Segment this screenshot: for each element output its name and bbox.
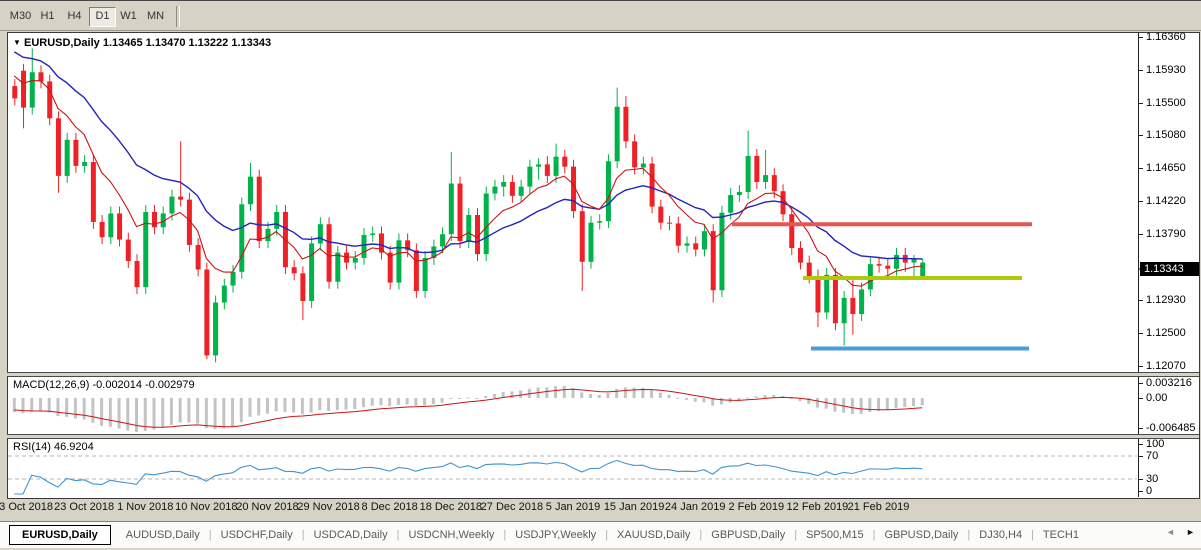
date-axis[interactable] bbox=[8, 498, 1138, 519]
chart-tab-tech1[interactable]: TECH1 bbox=[1034, 525, 1088, 545]
chart-tab-audusd-daily[interactable]: AUDUSD,Daily bbox=[117, 525, 209, 545]
chart-tab-usdjpy-weekly[interactable]: USDJPY,Weekly bbox=[506, 525, 605, 545]
chart-tab-usdcad-daily[interactable]: USDCAD,Daily bbox=[305, 525, 397, 545]
mt4-window: M30H1H4D1W1MN ▼ EURUSD,Daily 1.13465 1.1… bbox=[0, 0, 1201, 550]
chart-tab-xauusd-daily[interactable]: XAUUSD,Daily bbox=[608, 525, 699, 545]
chart-tab-gbpusd-daily[interactable]: GBPUSD,Daily bbox=[702, 525, 794, 545]
chart-tab-sp500-m15[interactable]: SP500,M15 bbox=[797, 525, 872, 545]
rsi-pane[interactable] bbox=[8, 438, 1138, 495]
tab-scroll-left-icon[interactable]: ◄ bbox=[1166, 527, 1175, 537]
chart-tab-usdcnh-weekly[interactable]: USDCNH,Weekly bbox=[399, 525, 503, 545]
macd-pane[interactable] bbox=[8, 376, 1138, 433]
main-chart-pane[interactable] bbox=[8, 33, 1138, 371]
chart-tab-usdchf-daily[interactable]: USDCHF,Daily bbox=[212, 525, 302, 545]
chart-tab-gbpusd-daily[interactable]: GBPUSD,Daily bbox=[875, 525, 967, 545]
chart-tab-bar: EURUSD,DailyAUDUSD,Daily|USDCHF,Daily|US… bbox=[0, 521, 1201, 548]
tab-scroll-right-icon[interactable]: ► bbox=[1186, 527, 1195, 537]
chart-tab-dj30-h4[interactable]: DJ30,H4 bbox=[970, 525, 1031, 545]
chart-tab-eurusd-daily[interactable]: EURUSD,Daily bbox=[9, 525, 111, 545]
price-axis[interactable] bbox=[1139, 33, 1199, 496]
